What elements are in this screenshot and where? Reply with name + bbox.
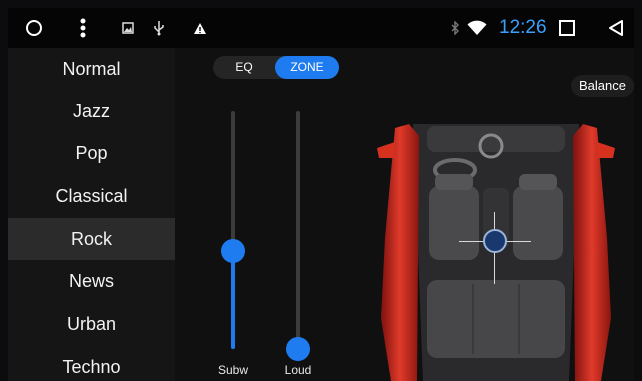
loud-slider-track[interactable] [296,111,300,349]
clock: 12:26 [499,17,547,38]
loud-slider-thumb[interactable] [286,337,310,361]
tab-eq[interactable]: EQ [213,56,275,79]
status-bar: 12:26 [8,8,634,48]
wifi-icon [466,8,488,48]
sound-settings-panel: EQ ZONE Subw Loud Balance [175,48,634,381]
balance-button[interactable]: Balance [571,75,634,97]
eq-preset-list: Normal Jazz Pop Classical Rock News Urba… [8,48,175,381]
loud-label: Loud [284,363,312,377]
preset-pop[interactable]: Pop [8,132,175,174]
subw-slider-fill [231,251,235,349]
preset-jazz[interactable]: Jazz [8,90,175,132]
preset-normal[interactable]: Normal [8,48,175,90]
back-triangle-icon[interactable] [605,8,627,48]
preset-techno[interactable]: Techno [8,346,175,381]
bluetooth-icon [449,8,461,48]
subw-slider-thumb[interactable] [221,239,245,264]
preset-news[interactable]: News [8,260,175,302]
home-circle-icon[interactable] [22,8,46,48]
more-vert-icon[interactable] [76,8,90,48]
tab-zone[interactable]: ZONE [275,56,339,79]
recents-square-icon[interactable] [556,8,578,48]
preset-urban[interactable]: Urban [8,303,175,345]
preset-classical[interactable]: Classical [8,175,175,217]
balance-point-handle[interactable] [483,229,507,253]
mode-tabs: EQ ZONE [213,56,339,79]
preset-rock[interactable]: Rock [8,218,175,260]
usb-icon [151,8,167,48]
gallery-icon [120,8,136,48]
warning-icon [192,8,208,48]
subw-label: Subw [217,363,249,377]
